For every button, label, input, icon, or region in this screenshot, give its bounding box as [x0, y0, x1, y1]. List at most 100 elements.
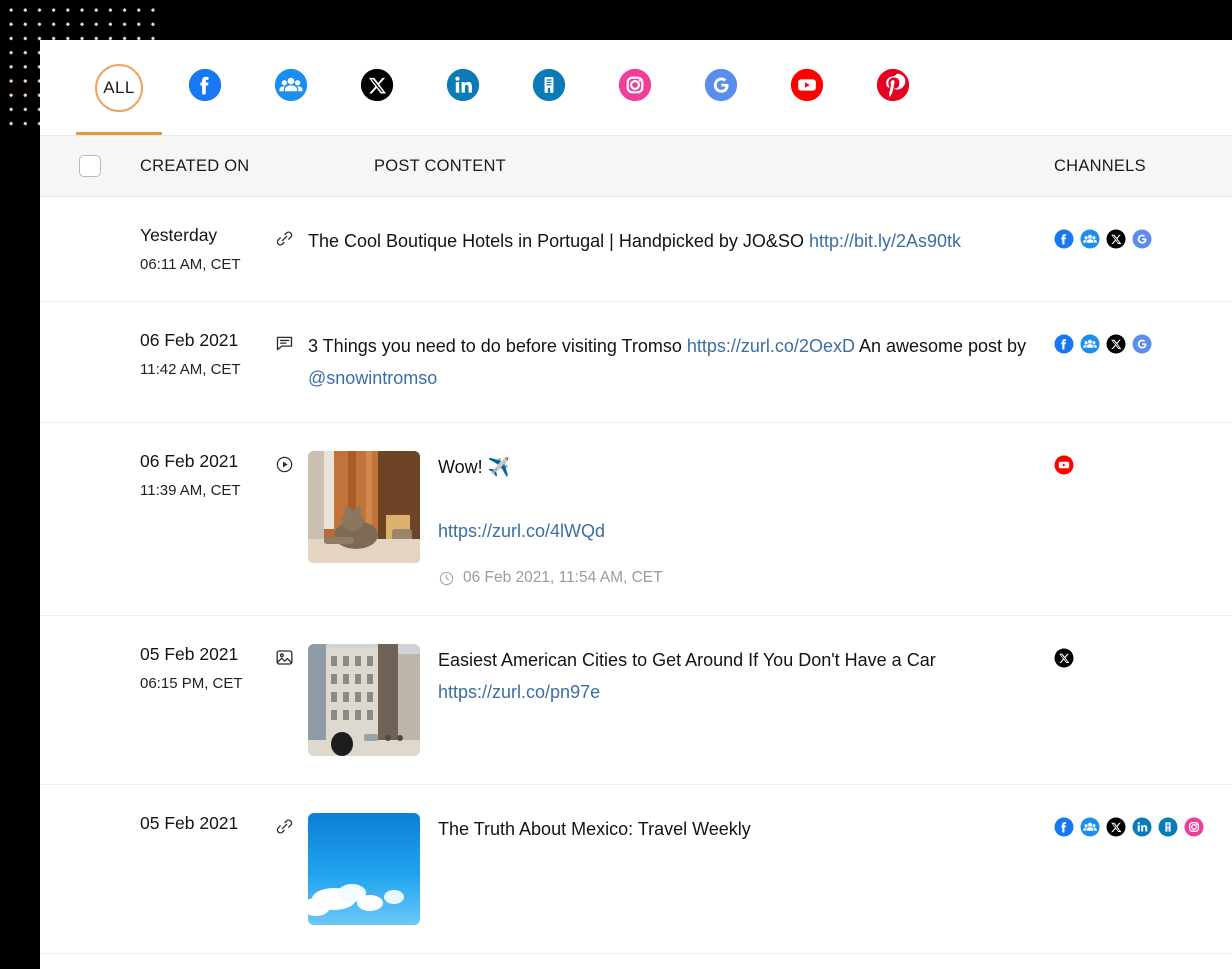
post-body: Easiest American Cities to Get Around If… — [438, 644, 1034, 708]
post-link[interactable]: http://bit.ly/2As90tk — [809, 231, 961, 251]
table-row[interactable]: 06 Feb 2021 11:42 AM, CET 3 Things you nee… — [40, 302, 1232, 424]
post-link[interactable]: https://zurl.co/pn97e — [438, 682, 600, 702]
tab-instagram[interactable] — [592, 40, 678, 135]
linkedin-company-icon[interactable] — [1158, 817, 1178, 837]
created-date: 06 Feb 2021 — [140, 330, 239, 350]
channels-cell — [1054, 644, 1232, 756]
post-body: Wow! ✈️ https://zurl.co/4lWQd 06 Feb 2021,… — [438, 451, 1034, 587]
tab-google[interactable] — [678, 40, 764, 135]
scheduled-time-label: 06 Feb 2021, 11:54 AM, CET — [463, 569, 663, 587]
channels-cell — [1054, 225, 1232, 273]
facebook-icon — [188, 68, 222, 107]
post-content-cell: Easiest American Cities to Get Around If… — [274, 644, 1054, 757]
table-row[interactable]: 05 Feb 2021 The Truth About Mexico: Trav… — [40, 785, 1232, 955]
google-business-icon — [704, 68, 738, 107]
text-post-icon — [274, 333, 296, 359]
posts-list: Yesterday 06:11 AM, CET The Cool Boutique … — [40, 197, 1232, 955]
tab-pinterest[interactable] — [850, 40, 936, 135]
post-text: The Cool Boutique Hotels in Portugal | H… — [308, 225, 1034, 257]
x-twitter-icon[interactable] — [1106, 334, 1126, 354]
facebook-group-icon[interactable] — [1080, 334, 1100, 354]
x-twitter-icon[interactable] — [1106, 229, 1126, 249]
created-on-cell: Yesterday 06:11 AM, CET — [40, 225, 274, 273]
post-content-cell: The Cool Boutique Hotels in Portugal | H… — [274, 225, 1054, 273]
google-business-icon[interactable] — [1132, 334, 1152, 354]
post-thumbnail[interactable] — [308, 813, 420, 926]
facebook-icon[interactable] — [1054, 334, 1074, 354]
post-thumbnail[interactable] — [308, 451, 420, 564]
created-on-cell: 05 Feb 2021 06:15 PM, CET — [40, 644, 274, 756]
created-time: 11:42 AM, CET — [140, 361, 241, 378]
tab-lipage[interactable] — [506, 40, 592, 135]
tab-fbgroup[interactable] — [248, 40, 334, 135]
instagram-icon — [618, 68, 652, 107]
created-date: 05 Feb 2021 — [140, 644, 239, 665]
post-body: The Truth About Mexico: Travel Weekly — [438, 813, 1034, 845]
post-text-segment: The Truth About Mexico: Travel Weekly — [438, 819, 751, 840]
created-date: 06 Feb 2021 — [140, 451, 239, 472]
clock-icon — [438, 570, 455, 587]
channels-cell — [1054, 330, 1232, 394]
linkedin-icon[interactable] — [1132, 817, 1152, 837]
tab-x[interactable] — [334, 40, 420, 135]
column-header-channels: CHANNELS — [1054, 156, 1146, 175]
select-all-checkbox[interactable] — [79, 155, 101, 177]
tab-all-label: ALL — [95, 63, 143, 112]
facebook-group-icon — [274, 68, 308, 107]
post-text: Wow! ✈️ https://zurl.co/4lWQd — [438, 451, 1034, 547]
post-thumbnail[interactable] — [308, 644, 420, 757]
channel-filter-tabbar: ALL — [40, 40, 1232, 135]
pinterest-icon — [876, 68, 910, 107]
x-twitter-icon[interactable] — [1054, 648, 1074, 668]
channels-cell — [1054, 813, 1232, 925]
link-icon — [274, 816, 296, 842]
post-body: The Cool Boutique Hotels in Portugal | H… — [308, 225, 1034, 257]
post-text: The Truth About Mexico: Travel Weekly — [438, 813, 1034, 845]
facebook-icon[interactable] — [1054, 229, 1074, 249]
youtube-icon[interactable] — [1054, 455, 1074, 475]
created-on-cell: 06 Feb 2021 11:39 AM, CET — [40, 451, 274, 587]
post-link[interactable]: https://zurl.co/2OexD — [687, 336, 855, 356]
post-link[interactable]: @snowintromso — [308, 368, 437, 388]
linkedin-company-icon — [532, 68, 566, 107]
scheduled-time: 06 Feb 2021, 11:54 AM, CET — [438, 569, 1034, 587]
facebook-group-icon[interactable] — [1080, 817, 1100, 837]
facebook-group-icon[interactable] — [1080, 229, 1100, 249]
post-content-cell: 3 Things you need to do before visiting … — [274, 330, 1054, 394]
post-text-segment: Wow! ✈️ — [438, 457, 511, 478]
post-text-segment: 3 Things you need to do before visiting … — [308, 336, 687, 356]
post-body: 3 Things you need to do before visiting … — [308, 330, 1034, 394]
tab-all[interactable]: ALL — [76, 40, 162, 135]
post-text: Easiest American Cities to Get Around If… — [438, 644, 1034, 708]
posts-panel: ALL CREATED ON POST CONTENT CHANNELS Yes… — [40, 40, 1232, 969]
link-icon — [274, 228, 296, 254]
table-row[interactable]: Yesterday 06:11 AM, CET The Cool Boutique … — [40, 197, 1232, 302]
created-time: 06:15 PM, CET — [140, 675, 243, 693]
instagram-icon[interactable] — [1184, 817, 1204, 837]
image-icon — [274, 647, 296, 673]
x-twitter-icon — [360, 68, 394, 107]
post-content-cell: Wow! ✈️ https://zurl.co/4lWQd 06 Feb 2021,… — [274, 451, 1054, 587]
column-header-created-on: CREATED ON — [140, 156, 250, 175]
post-text: 3 Things you need to do before visiting … — [308, 330, 1034, 394]
google-business-icon[interactable] — [1132, 229, 1152, 249]
select-all-cell — [40, 155, 140, 177]
x-twitter-icon[interactable] — [1106, 817, 1126, 837]
table-row[interactable]: 05 Feb 2021 06:15 PM, CET Easiest America… — [40, 616, 1232, 786]
post-text-segment: The Cool Boutique Hotels in Portugal | H… — [308, 231, 809, 251]
youtube-icon — [790, 68, 824, 107]
tab-youtube[interactable] — [764, 40, 850, 135]
created-on-cell: 06 Feb 2021 11:42 AM, CET — [40, 330, 274, 394]
channels-cell — [1054, 451, 1232, 587]
created-date: Yesterday — [140, 225, 218, 245]
linkedin-icon — [446, 68, 480, 107]
facebook-icon[interactable] — [1054, 817, 1074, 837]
created-on-cell: 05 Feb 2021 — [40, 813, 274, 925]
tab-linkedin[interactable] — [420, 40, 506, 135]
tab-facebook[interactable] — [162, 40, 248, 135]
table-row[interactable]: 06 Feb 2021 11:39 AM, CET Wow! ✈️ https://… — [40, 423, 1232, 617]
table-header-row: CREATED ON POST CONTENT CHANNELS — [40, 135, 1232, 197]
created-time: 06:11 AM, CET — [140, 256, 241, 273]
post-link[interactable]: https://zurl.co/4lWQd — [438, 521, 605, 541]
post-text-segment: Easiest American Cities to Get Around If… — [438, 650, 936, 671]
